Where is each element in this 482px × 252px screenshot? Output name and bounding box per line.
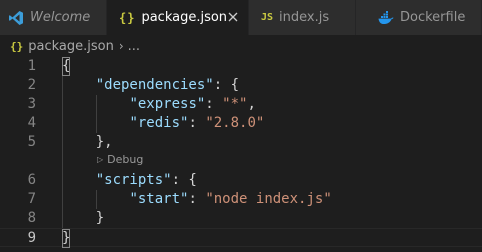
code-line[interactable]: 8 } (0, 209, 482, 228)
line-number: 2 (27, 77, 36, 93)
code-token-key: "express" (129, 96, 206, 112)
code-line[interactable]: 2 "dependencies": { (0, 76, 482, 95)
debug-codelens[interactable]: ▷ Debug (97, 152, 143, 166)
line-number: 5 (27, 134, 36, 150)
code-token-key: "dependencies" (95, 77, 214, 93)
line-number: 3 (27, 96, 36, 112)
code-text: "scripts": { (62, 171, 197, 190)
code-line[interactable]: 1{ (0, 57, 482, 76)
code-token-str: "node index.js" (205, 191, 332, 207)
json-braces-icon: {} (10, 39, 24, 53)
vscode-logo-icon (8, 10, 24, 26)
tab-label: package.json (141, 10, 228, 25)
code-line[interactable]: 7 "start": "node index.js" (0, 190, 482, 209)
line-number: 6 (27, 172, 36, 188)
tab-index-js[interactable]: JS index.js (249, 0, 356, 35)
line-number: 8 (27, 210, 36, 226)
play-icon: ▷ (97, 154, 104, 164)
code-line[interactable]: 9} (0, 228, 482, 248)
breadcrumb: {} package.json › ... (0, 35, 482, 57)
code-token-key: "start" (129, 191, 189, 207)
code-text: { (62, 57, 71, 76)
json-braces-icon: {} (119, 10, 136, 25)
code-text: }, (62, 133, 113, 152)
code-token-punc: }, (62, 134, 113, 150)
code-token-punc: : (188, 115, 206, 131)
code-token-punc: : (188, 191, 206, 207)
code-text: "dependencies": { (62, 76, 239, 95)
code-text: "redis": "2.8.0" (62, 114, 264, 133)
code-token-punc: : { (171, 172, 197, 188)
line-number: 1 (27, 58, 36, 74)
tab-label: Dockerfile (400, 10, 466, 25)
editor-tab-bar: Welcome {} package.json JS index.js Dock… (0, 0, 482, 35)
code-line[interactable]: 5 }, (0, 133, 482, 152)
tab-package-json[interactable]: {} package.json (107, 0, 249, 35)
js-file-icon: JS (261, 12, 274, 23)
code-token-punc: : { (213, 77, 240, 93)
line-number: 9 (27, 230, 36, 246)
code-token-punc (62, 115, 129, 131)
code-text: } (62, 209, 104, 228)
docker-whale-icon (378, 10, 394, 25)
code-line[interactable]: 4 "redis": "2.8.0" (0, 114, 482, 133)
breadcrumb-item-ellipsis[interactable]: ... (128, 39, 140, 54)
code-token-str: "2.8.0" (205, 115, 265, 131)
code-token-punc (62, 172, 96, 188)
chevron-right-icon: › (118, 39, 124, 53)
line-number: 7 (27, 191, 36, 207)
tab-welcome[interactable]: Welcome (0, 0, 107, 35)
code-token-punc (62, 96, 129, 112)
code-token-punc (62, 191, 129, 207)
code-text: } (62, 229, 71, 248)
code-token-punc: } (62, 210, 105, 226)
code-token-punc: { (62, 57, 71, 76)
tab-label: Welcome (30, 10, 91, 25)
tab-dockerfile[interactable]: Dockerfile (356, 0, 482, 35)
code-editor[interactable]: 1{2 "dependencies": {3 "express": "*", 4 … (0, 57, 482, 252)
code-text: "start": "node index.js" (62, 190, 332, 209)
code-line[interactable]: 6 "scripts": { (0, 171, 482, 190)
code-token-key: "scripts" (95, 172, 172, 188)
code-token-punc: : (205, 96, 223, 112)
line-number: 4 (27, 115, 36, 131)
code-token-str: "*" (222, 96, 248, 112)
code-text: "express": "*", (62, 95, 256, 114)
breadcrumb-item-file[interactable]: package.json (28, 39, 114, 54)
codelens-label: Debug (107, 152, 144, 166)
code-token-punc (62, 77, 96, 93)
code-line[interactable]: 3 "express": "*", (0, 95, 482, 114)
tab-label: index.js (279, 10, 330, 25)
code-token-punc: , (247, 96, 256, 112)
close-icon[interactable] (226, 10, 240, 24)
code-token-key: "redis" (129, 115, 189, 131)
code-token-punc: } (62, 229, 71, 248)
